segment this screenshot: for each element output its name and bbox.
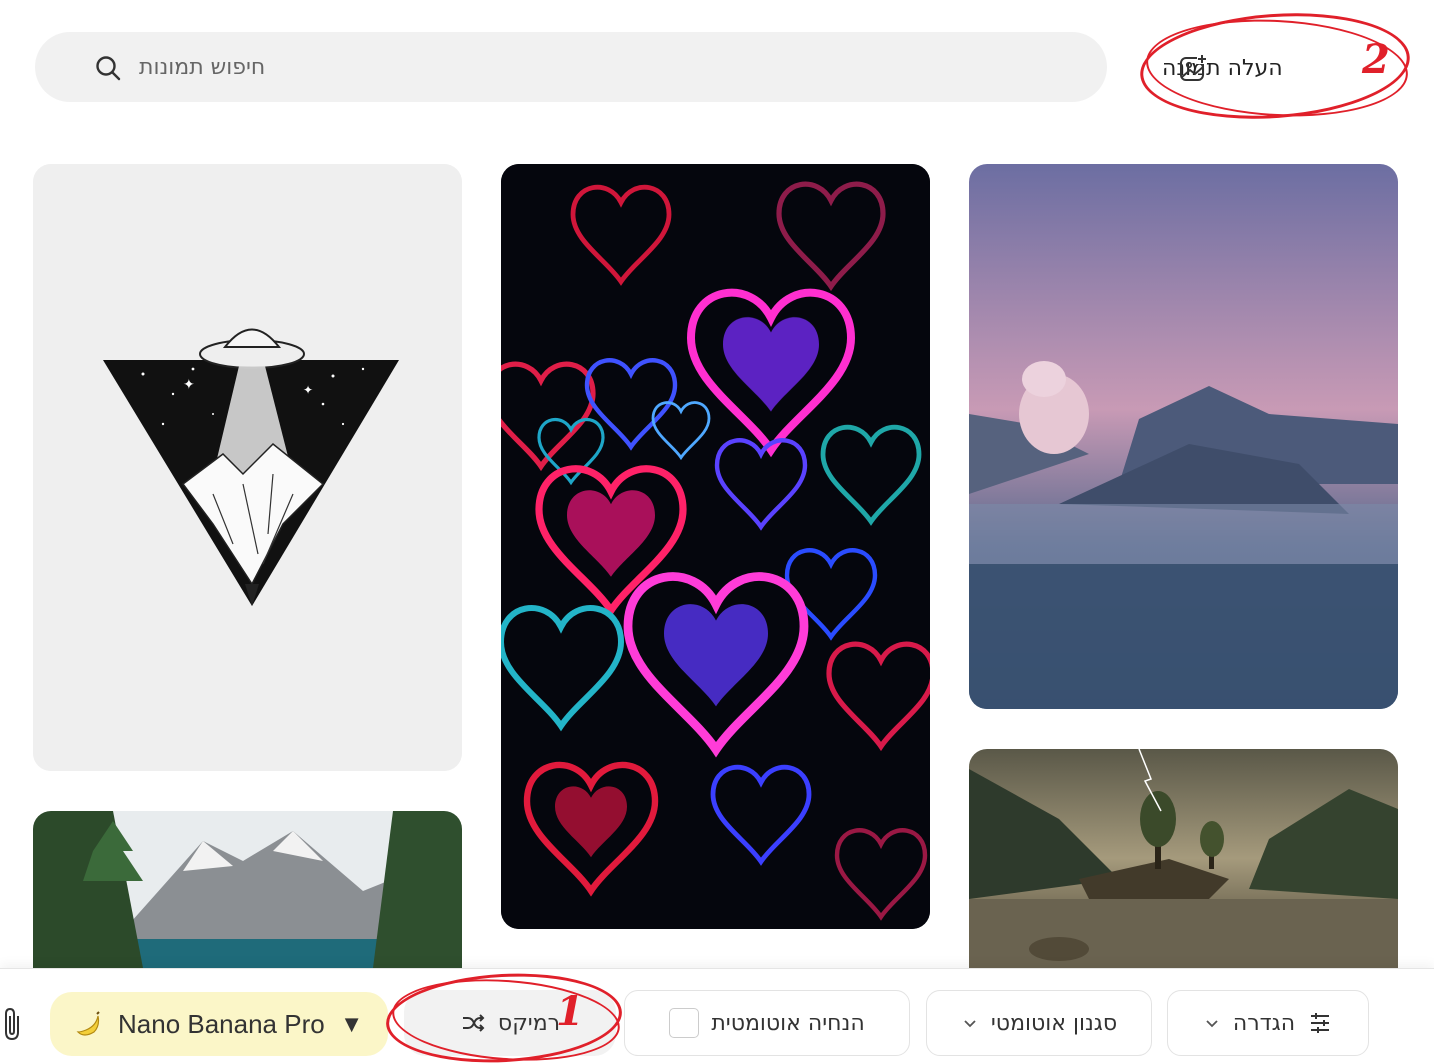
paperclip-icon[interactable] (0, 1006, 26, 1042)
image-upload-icon (1180, 54, 1207, 81)
settings-label: הגדרה (1232, 1010, 1296, 1036)
svg-text:✦: ✦ (303, 383, 313, 397)
shuffle-icon (462, 1014, 485, 1032)
auto-style-label: סגנון אוטומטי (990, 1010, 1118, 1036)
model-dropdown-caret: ▼ (344, 1013, 359, 1035)
settings-dropdown[interactable]: הגדרה (1167, 990, 1369, 1056)
remix-label: רמיקס (497, 1010, 561, 1036)
neon-hearts-art (501, 164, 930, 929)
gallery-image-mountain-lake[interactable] (33, 811, 462, 968)
model-selector[interactable]: Nano Banana Pro ▼ (50, 992, 388, 1056)
upload-image-button[interactable]: העלה תמונה (1162, 38, 1368, 98)
search-icon (96, 56, 121, 81)
ufo-illustration: ✦ ✦ (33, 164, 462, 771)
search-input[interactable] (139, 48, 739, 86)
auto-hint-label: הנחיה אוטומטית (711, 1010, 865, 1036)
chevron-down-icon (964, 1020, 976, 1028)
chevron-down-icon (1206, 1020, 1218, 1028)
auto-hint-toggle[interactable]: הנחיה אוטומטית (624, 990, 910, 1056)
auto-style-dropdown[interactable]: סגנון אוטומטי (926, 990, 1152, 1056)
sliders-icon (1311, 1013, 1330, 1033)
mountain-lake-landscape (33, 811, 462, 968)
volcano-landscape (969, 164, 1398, 709)
gallery-image-volcano[interactable] (969, 164, 1398, 709)
remix-button[interactable]: רמיקס (404, 990, 616, 1056)
auto-hint-checkbox[interactable] (669, 1008, 700, 1038)
model-label: Nano Banana Pro (118, 1008, 325, 1039)
stormy-lake-landscape (969, 749, 1398, 968)
gallery-image-ufo[interactable]: ✦ ✦ (33, 164, 462, 771)
gallery-image-neon-hearts[interactable] (501, 164, 930, 929)
banana-icon (76, 1011, 100, 1036)
search-bar[interactable] (35, 32, 1107, 102)
svg-text:✦: ✦ (183, 377, 195, 393)
gallery-image-stormy-lake[interactable] (969, 749, 1398, 968)
